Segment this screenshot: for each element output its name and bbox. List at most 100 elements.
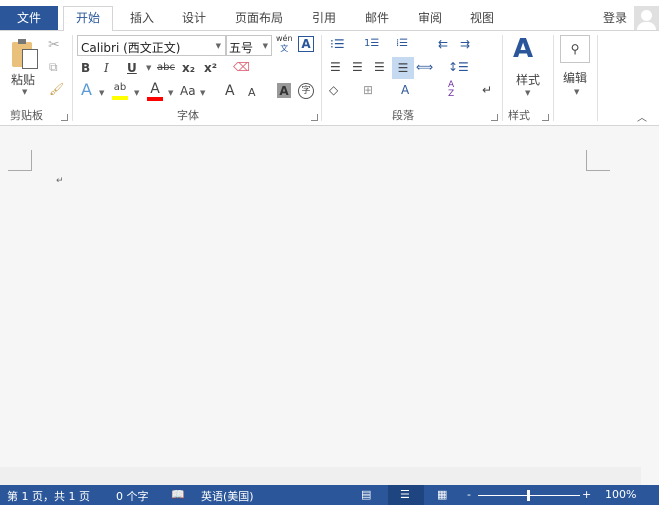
tab-review[interactable]: 审阅 bbox=[408, 7, 452, 31]
justify-button[interactable]: ☰ bbox=[392, 57, 414, 79]
asian-layout-button[interactable]: A bbox=[401, 82, 409, 98]
align-left-button[interactable]: ☰ bbox=[330, 59, 341, 75]
character-shading-button[interactable]: A bbox=[277, 83, 291, 98]
highlight-button[interactable]: ab bbox=[112, 80, 128, 100]
separator bbox=[72, 35, 73, 121]
chevron-down-icon: ▼ bbox=[262, 42, 268, 50]
paste-dropdown-icon[interactable]: ▼ bbox=[22, 88, 27, 96]
increase-indent-button[interactable]: ⇉ bbox=[460, 36, 470, 52]
tab-view[interactable]: 视图 bbox=[460, 7, 504, 31]
clipboard-group-label: 剪贴板 bbox=[10, 109, 43, 122]
paragraph-mark: ↵ bbox=[56, 176, 64, 186]
zoom-level[interactable]: 100% bbox=[605, 488, 636, 501]
separator bbox=[321, 35, 322, 121]
paragraph-group-label: 段落 bbox=[392, 109, 414, 122]
styles-icon[interactable]: A bbox=[513, 34, 533, 64]
font-size-select[interactable]: 五号 ▼ bbox=[226, 35, 272, 56]
vertical-scrollbar[interactable] bbox=[641, 126, 659, 485]
cut-icon[interactable]: ✂ bbox=[48, 37, 60, 53]
format-painter-icon[interactable]: 🖌 bbox=[49, 81, 64, 97]
proofing-icon[interactable]: 📖 bbox=[171, 488, 185, 501]
zoom-slider-thumb[interactable] bbox=[527, 490, 530, 501]
editing-button[interactable]: 编辑 bbox=[563, 69, 587, 86]
align-right-button[interactable]: ☰ bbox=[374, 59, 385, 75]
font-name-value: Calibri (西文正文) bbox=[81, 41, 181, 55]
language[interactable]: 英语(美国) bbox=[201, 488, 254, 504]
align-center-button[interactable]: ☰ bbox=[352, 59, 363, 75]
horizontal-scroll-area bbox=[0, 467, 641, 485]
font-color-dropdown-icon[interactable]: ▼ bbox=[168, 89, 173, 97]
superscript-button[interactable]: x² bbox=[204, 60, 217, 76]
show-marks-button[interactable]: ↵ bbox=[482, 82, 492, 98]
shading-button[interactable]: ◇ bbox=[329, 82, 338, 98]
tab-references[interactable]: 引用 bbox=[302, 7, 346, 31]
highlight-dropdown-icon[interactable]: ▼ bbox=[134, 89, 139, 97]
character-border-button[interactable]: A bbox=[298, 36, 314, 52]
font-color-button[interactable]: A bbox=[147, 81, 163, 101]
font-group-label: 字体 bbox=[177, 109, 199, 122]
styles-launcher-icon[interactable] bbox=[542, 114, 549, 121]
web-layout-icon[interactable]: ▦ bbox=[437, 488, 447, 501]
decrease-indent-button[interactable]: ⇇ bbox=[438, 36, 448, 52]
separator bbox=[502, 35, 503, 121]
read-mode-icon[interactable]: ▤ bbox=[361, 488, 371, 501]
document-area[interactable]: ↵ bbox=[0, 126, 641, 467]
separator bbox=[597, 35, 598, 121]
sign-in-link[interactable]: 登录 bbox=[598, 7, 632, 31]
font-name-select[interactable]: Calibri (西文正文) ▼ bbox=[77, 35, 226, 56]
distributed-button[interactable]: ⟺ bbox=[416, 59, 433, 75]
zoom-out-button[interactable]: - bbox=[467, 488, 471, 501]
styles-dropdown-icon[interactable]: ▼ bbox=[525, 89, 530, 97]
enclose-characters-button[interactable]: 字 bbox=[298, 83, 314, 99]
change-case-button[interactable]: Aa bbox=[180, 83, 196, 99]
grow-font-button[interactable]: A bbox=[225, 83, 235, 99]
word-count[interactable]: 0 个字 bbox=[116, 488, 149, 504]
find-icon[interactable]: ⚲ bbox=[560, 35, 590, 63]
styles-button[interactable]: 样式 bbox=[516, 71, 540, 88]
line-spacing-button[interactable]: ↕☰ bbox=[448, 59, 469, 75]
strikethrough-button[interactable]: abc bbox=[157, 60, 175, 76]
tab-mailings[interactable]: 邮件 bbox=[355, 7, 399, 31]
paste-icon[interactable] bbox=[12, 39, 40, 69]
collapse-ribbon-icon[interactable]: ︿ bbox=[637, 109, 647, 124]
editing-dropdown-icon[interactable]: ▼ bbox=[574, 88, 579, 96]
bold-button[interactable]: B bbox=[81, 60, 90, 76]
tab-design[interactable]: 设计 bbox=[172, 7, 216, 31]
print-layout-icon: ☰ bbox=[400, 488, 410, 501]
tab-layout[interactable]: 页面布局 bbox=[226, 7, 292, 31]
text-effects-button[interactable]: A bbox=[81, 82, 92, 98]
phonetic-guide-icon[interactable]: wén 文 bbox=[276, 34, 293, 54]
multilevel-list-button[interactable]: ⁞☰ bbox=[396, 36, 408, 52]
paragraph-launcher-icon[interactable] bbox=[491, 114, 498, 121]
tab-file[interactable]: 文件 bbox=[0, 6, 58, 30]
print-layout-button[interactable]: ☰ bbox=[388, 485, 424, 505]
separator bbox=[553, 35, 554, 121]
underline-button[interactable]: U bbox=[127, 60, 137, 76]
paste-button[interactable]: 粘贴 bbox=[11, 71, 35, 88]
margin-corner-right bbox=[586, 150, 610, 171]
margin-corner-left bbox=[8, 150, 32, 171]
tab-insert[interactable]: 插入 bbox=[120, 7, 164, 31]
italic-button[interactable]: I bbox=[104, 60, 109, 76]
clipboard-launcher-icon[interactable] bbox=[61, 114, 68, 121]
subscript-button[interactable]: x₂ bbox=[182, 60, 195, 76]
page-count[interactable]: 第 1 页，共 1 页 bbox=[7, 488, 90, 504]
status-bar: 第 1 页，共 1 页 0 个字 📖 英语(美国) ▤ ☰ ▦ - + 100% bbox=[0, 485, 659, 505]
tab-home[interactable]: 开始 bbox=[63, 6, 113, 32]
ribbon: 粘贴 ▼ ✂ ⧉ 🖌 剪贴板 Calibri (西文正文) ▼ 五号 ▼ wén… bbox=[0, 31, 659, 126]
font-launcher-icon[interactable] bbox=[311, 114, 318, 121]
tab-bar: 文件 开始 插入 设计 页面布局 引用 邮件 审阅 视图 登录 bbox=[0, 0, 659, 32]
clear-formatting-icon[interactable]: ⌫ bbox=[233, 59, 250, 75]
text-effects-dropdown-icon[interactable]: ▼ bbox=[99, 89, 104, 97]
sort-button[interactable]: AZ bbox=[448, 81, 454, 99]
underline-dropdown-icon[interactable]: ▼ bbox=[146, 64, 151, 72]
numbering-button[interactable]: 1☰ bbox=[364, 36, 379, 52]
bullets-button[interactable]: ⁝☰ bbox=[330, 36, 345, 52]
styles-group-label: 样式 bbox=[508, 109, 530, 122]
change-case-dropdown-icon[interactable]: ▼ bbox=[200, 89, 205, 97]
zoom-in-button[interactable]: + bbox=[582, 488, 591, 501]
shrink-font-button[interactable]: A bbox=[248, 85, 256, 101]
avatar[interactable] bbox=[634, 6, 659, 30]
copy-icon[interactable]: ⧉ bbox=[49, 59, 58, 75]
borders-button[interactable]: ⊞ bbox=[363, 82, 373, 98]
